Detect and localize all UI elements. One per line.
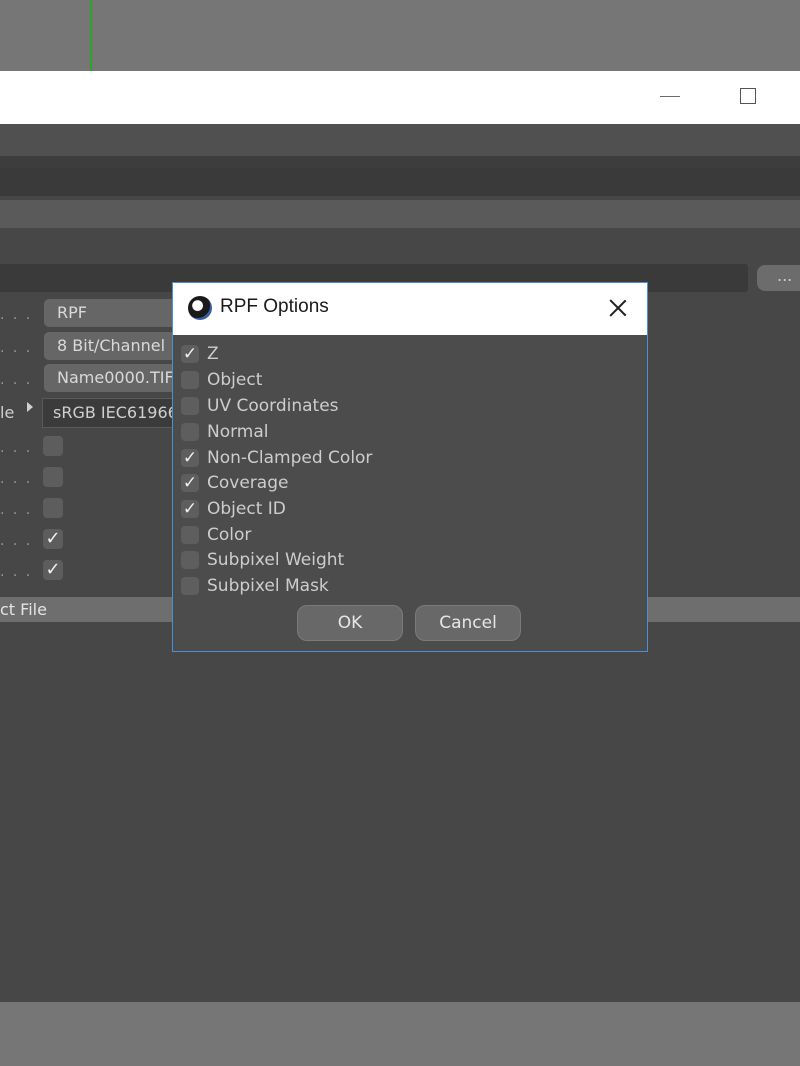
option-label: Non-Clamped Color <box>207 448 373 468</box>
close-icon[interactable] <box>603 293 633 323</box>
option-label: Z <box>207 344 219 364</box>
row-dots: . . . <box>0 564 33 580</box>
green-guide-line <box>90 0 92 72</box>
option-checkbox[interactable] <box>181 397 199 415</box>
option-normal[interactable]: Normal <box>181 421 269 443</box>
rpf-options-dialog: RPF Options ✓ Z Object UV Coordinates No… <box>172 282 648 652</box>
option-label: UV Coordinates <box>207 396 339 416</box>
option-checkbox[interactable] <box>181 371 199 389</box>
option-checkbox[interactable]: ✓ <box>181 449 199 467</box>
option-checkbox[interactable] <box>181 423 199 441</box>
row-dots: . . . <box>0 533 33 549</box>
option-subpixel-weight[interactable]: Subpixel Weight <box>181 549 344 571</box>
color-profile-label: le <box>0 403 15 422</box>
row-dots: . . . <box>0 440 33 456</box>
maximize-icon[interactable] <box>734 82 762 110</box>
option-label: Object <box>207 370 263 390</box>
dialog-titlebar: RPF Options <box>173 283 647 335</box>
option-checkbox[interactable]: ✓ <box>43 560 63 580</box>
option-z[interactable]: ✓ Z <box>181 343 219 365</box>
browse-button[interactable]: ... <box>757 265 800 291</box>
option-label: Object ID <box>207 499 286 519</box>
row-dots: . . . <box>0 372 33 388</box>
row-dots: . . . <box>0 340 33 356</box>
option-object-id[interactable]: ✓ Object ID <box>181 498 286 520</box>
option-color[interactable]: Color <box>181 524 251 546</box>
toolbar-strip <box>0 124 800 156</box>
option-uv-coordinates[interactable]: UV Coordinates <box>181 395 339 417</box>
row-dots: . . . <box>0 307 33 323</box>
option-label: Coverage <box>207 473 289 493</box>
option-coverage[interactable]: ✓ Coverage <box>181 472 288 494</box>
option-checkbox[interactable] <box>181 526 199 544</box>
cancel-button[interactable]: Cancel <box>415 605 521 641</box>
option-label: Color <box>207 525 252 545</box>
section-label: ct File <box>0 600 47 619</box>
option-checkbox[interactable] <box>181 551 199 569</box>
header-strip <box>0 200 800 228</box>
option-checkbox[interactable]: ✓ <box>43 529 63 549</box>
color-profile-field[interactable]: sRGB IEC61966-2.1 <box>42 398 192 428</box>
option-checkbox[interactable]: ✓ <box>181 474 199 492</box>
option-label: Normal <box>207 422 269 442</box>
minimize-icon[interactable] <box>656 82 684 110</box>
cinema4d-logo-icon <box>188 296 212 320</box>
option-subpixel-mask[interactable]: Subpixel Mask <box>181 575 329 597</box>
expand-arrow-icon[interactable] <box>27 402 33 412</box>
option-label: Subpixel Weight <box>207 550 345 570</box>
option-checkbox[interactable] <box>43 467 63 487</box>
option-label: Subpixel Mask <box>207 576 329 596</box>
dialog-title: RPF Options <box>220 296 329 317</box>
option-checkbox[interactable] <box>43 436 63 456</box>
option-checkbox[interactable]: ✓ <box>181 345 199 363</box>
row-dots: . . . <box>0 471 33 487</box>
option-checkbox[interactable]: ✓ <box>181 500 199 518</box>
tab-strip <box>0 168 800 196</box>
ok-button[interactable]: OK <box>297 605 403 641</box>
app-bottom-area <box>0 1002 800 1066</box>
option-checkbox[interactable] <box>43 498 63 518</box>
row-dots: . . . <box>0 502 33 518</box>
option-object[interactable]: Object <box>181 369 262 391</box>
option-non-clamped-color[interactable]: ✓ Non-Clamped Color <box>181 447 372 469</box>
option-checkbox[interactable] <box>181 577 199 595</box>
